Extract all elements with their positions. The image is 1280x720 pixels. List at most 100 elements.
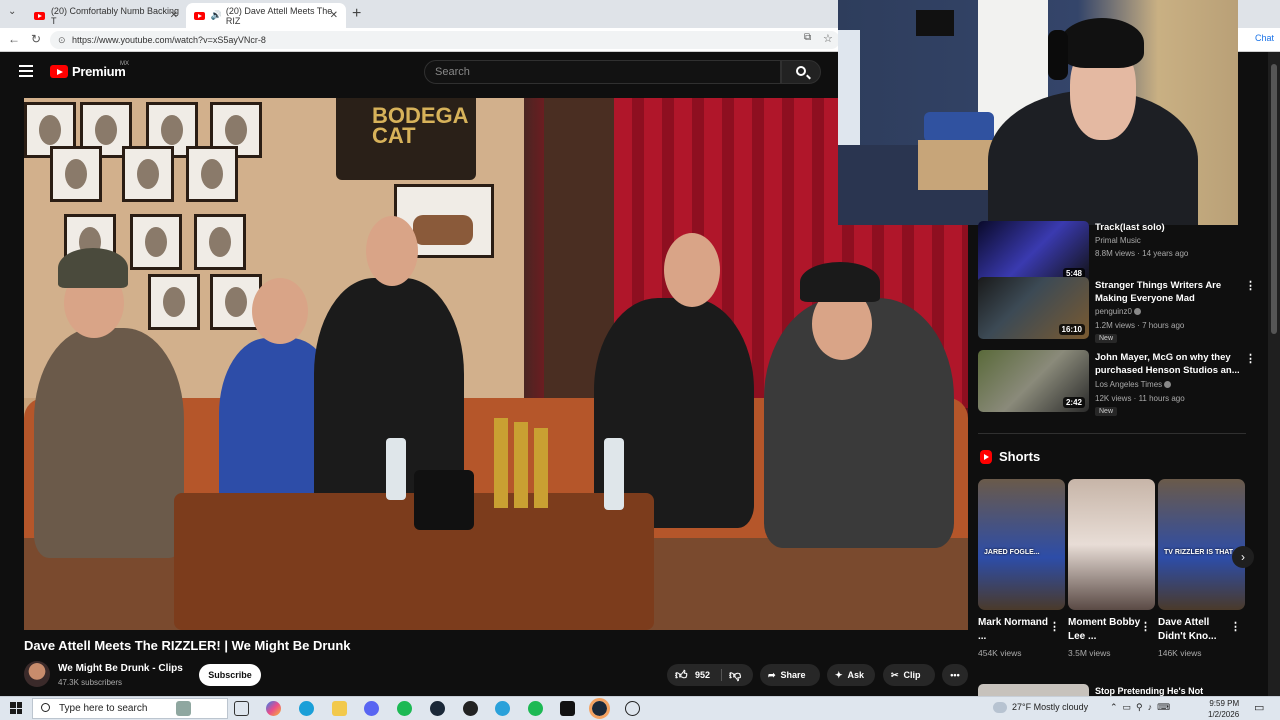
close-tab-icon[interactable]: ✕: [330, 10, 338, 21]
spotify-icon[interactable]: [528, 701, 543, 716]
more-actions-button[interactable]: •••: [942, 664, 968, 686]
notifications-icon[interactable]: ▭: [1254, 701, 1264, 714]
bookmark-star-icon[interactable]: ☆: [823, 32, 833, 45]
shorts-next-button[interactable]: ›: [1232, 546, 1254, 568]
channel-name[interactable]: Los Angeles Times: [1095, 380, 1172, 389]
television: [916, 10, 954, 36]
confetti-popper: [514, 422, 528, 508]
video-meta: 12K views · 11 hours ago: [1095, 394, 1185, 403]
weather-text[interactable]: 27°F Mostly cloudy: [1012, 702, 1088, 712]
new-badge: New: [1095, 334, 1118, 343]
chat-button[interactable]: Chat: [1255, 33, 1274, 43]
close-tab-icon[interactable]: ✕: [170, 10, 178, 21]
menu-icon[interactable]: [19, 65, 33, 77]
tab-title: (20) Dave Attell Meets The RIZ: [225, 5, 333, 26]
terminal-app-icon[interactable]: [560, 701, 575, 716]
speaker-icon[interactable]: 🔊: [211, 10, 222, 21]
steam-icon[interactable]: [430, 701, 445, 716]
more-vertical-icon[interactable]: ⋮: [1049, 620, 1060, 633]
search-button[interactable]: [781, 60, 821, 84]
system-tray-icons[interactable]: ⌃▭⚲♪⌨: [1110, 702, 1175, 713]
more-vertical-icon[interactable]: ⋮: [1245, 279, 1256, 292]
channel-name[interactable]: Primal Music: [1095, 236, 1141, 245]
spotify-icon[interactable]: [397, 701, 412, 716]
windows-start-icon[interactable]: [10, 702, 22, 714]
video-title[interactable]: Track(last solo): [1095, 221, 1245, 234]
short-title[interactable]: Dave Attell Didn't Kno...: [1158, 616, 1232, 644]
person-head: [366, 216, 418, 286]
install-app-icon[interactable]: ⧉: [804, 32, 811, 43]
browser-tab-dave-attell[interactable]: 🔊 (20) Dave Attell Meets The RIZ ✕: [186, 3, 346, 28]
back-arrow-icon[interactable]: ←: [8, 32, 20, 46]
more-vertical-icon[interactable]: ⋮: [1230, 620, 1241, 633]
taskbar-clock[interactable]: 9:59 PM 1/2/2026: [1208, 698, 1239, 720]
steam-active-icon[interactable]: [589, 698, 610, 719]
sign-text: BODEGA CAT: [372, 103, 468, 148]
video-title[interactable]: Stop Pretending He's Not: [1095, 686, 1203, 696]
browser-tab-comfortably-numb[interactable]: (20) Comfortably Numb Backing T ✕: [26, 3, 186, 28]
short-title[interactable]: Moment Bobby Lee ...: [1068, 616, 1142, 644]
more-vertical-icon[interactable]: ⋮: [1140, 620, 1151, 633]
page-scrollbar[interactable]: [1268, 52, 1280, 700]
video-title[interactable]: Stranger Things Writers Are Making Every…: [1095, 279, 1245, 305]
streamer-hair: [1060, 18, 1144, 68]
video-thumbnail[interactable]: 16:10: [978, 277, 1089, 339]
weather-cloud-icon[interactable]: [993, 702, 1007, 713]
taskbar-search-input[interactable]: Type here to search: [32, 698, 228, 719]
divider: [721, 669, 722, 681]
thumbs-up-icon[interactable]: 👍︎: [675, 664, 688, 686]
new-tab-button[interactable]: +: [352, 5, 361, 23]
scrollbar-thumb[interactable]: [1271, 64, 1277, 334]
logo-word: Premium: [72, 64, 126, 79]
chevron-right-icon: ›: [1241, 550, 1245, 564]
youtube-play-logo-icon: [50, 65, 68, 78]
video-title[interactable]: John Mayer, McG on why they purchased He…: [1095, 351, 1245, 377]
subscribe-button[interactable]: Subscribe: [199, 664, 261, 686]
epic-app-icon[interactable]: [463, 701, 478, 716]
site-info-icon[interactable]: ⊙: [58, 31, 66, 49]
copilot-icon[interactable]: [266, 701, 281, 716]
search-highlight-icon[interactable]: [176, 701, 191, 716]
share-arrow-icon: ➦: [768, 670, 776, 680]
task-view-icon[interactable]: [234, 701, 249, 716]
verified-check-icon: [1164, 381, 1172, 388]
ask-button[interactable]: ✦ Ask: [827, 664, 875, 686]
chatgpt-icon[interactable]: [625, 701, 640, 716]
confetti-popper: [534, 428, 548, 508]
recommended-video[interactable]: 2:42 John Mayer, McG on why they purchas…: [978, 350, 1268, 416]
channel-avatar[interactable]: [24, 661, 50, 687]
video-thumbnail[interactable]: 5:48: [978, 221, 1089, 283]
channel-name[interactable]: We Might Be Drunk - Clips: [58, 663, 183, 674]
duration-badge: 16:10: [1058, 324, 1085, 335]
youtube-premium-logo[interactable]: Premium MX: [50, 61, 129, 79]
like-count[interactable]: 952: [695, 664, 710, 686]
clip-button[interactable]: ✂ Clip: [883, 664, 935, 686]
tab-search-chevron-icon[interactable]: ⌄: [8, 6, 16, 17]
file-explorer-icon[interactable]: [332, 701, 347, 716]
url-field[interactable]: ⊙ https://www.youtube.com/watch?v=xS5ayV…: [50, 31, 840, 49]
tab-title: (20) Comfortably Numb Backing T: [50, 5, 179, 26]
discord-icon[interactable]: [364, 701, 379, 716]
person-gray-sweater: [34, 328, 184, 558]
water-bottle: [386, 438, 406, 500]
search-icon: [41, 703, 50, 712]
telegram-icon[interactable]: [495, 701, 510, 716]
share-button[interactable]: ➦ Share: [760, 664, 820, 686]
url-text: https://www.youtube.com/watch?v=xS5ayVNc…: [72, 35, 266, 45]
video-thumbnail[interactable]: 2:42: [978, 350, 1089, 412]
clock-time: 9:59 PM: [1209, 699, 1240, 708]
reload-icon[interactable]: ↻: [31, 32, 41, 46]
edge-icon[interactable]: [299, 701, 314, 716]
short-thumbnail[interactable]: TV RIZZLER IS THAT: [1158, 479, 1245, 610]
thumbs-down-icon[interactable]: 👎︎: [729, 664, 741, 686]
recommended-video[interactable]: 16:10 Stranger Things Writers Are Making…: [978, 277, 1268, 343]
pillow: [924, 112, 994, 142]
short-title[interactable]: Mark Normand ...: [978, 616, 1052, 644]
video-player[interactable]: BODEGA CAT: [24, 98, 968, 630]
short-thumbnail[interactable]: JARED FOGLE...: [978, 479, 1065, 610]
person-head: [252, 278, 308, 344]
search-input[interactable]: Search: [424, 60, 781, 84]
channel-name[interactable]: penguinz0: [1095, 307, 1141, 316]
short-thumbnail[interactable]: [1068, 479, 1155, 610]
more-vertical-icon[interactable]: ⋮: [1245, 352, 1256, 365]
